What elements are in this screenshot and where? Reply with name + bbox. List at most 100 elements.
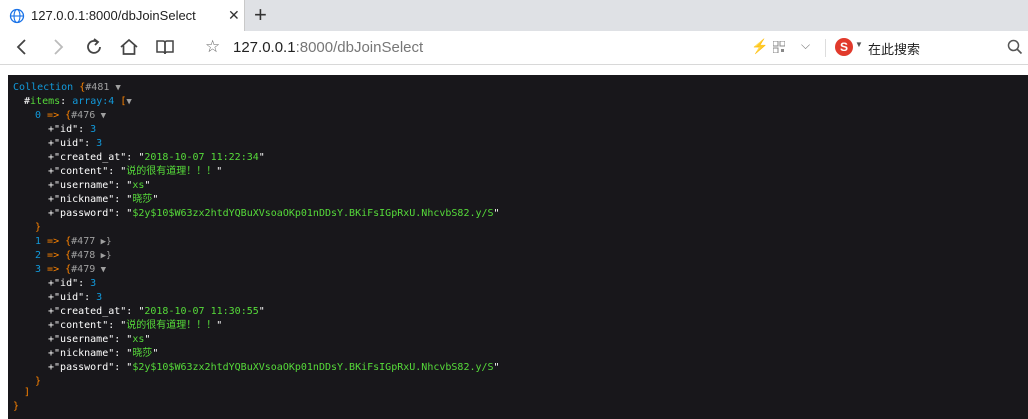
dump-quote: ": [216, 320, 223, 331]
dump-modifier: +": [48, 124, 61, 135]
home-icon[interactable]: [118, 36, 140, 58]
dump-quote: ": [258, 306, 265, 317]
toggle-collapse-icon[interactable]: ▼: [95, 111, 106, 121]
dump-row-header: 2 => {#478 ▶}: [35, 249, 112, 263]
dump-quote: ": [152, 348, 159, 359]
address-bar[interactable]: 127.0.0.1:8000/dbJoinSelect: [233, 39, 423, 56]
toggle-expand-icon[interactable]: ▶}: [95, 251, 112, 261]
dump-row-header: 3 => {#479 ▼: [35, 263, 106, 277]
dump-field-key: nickname: [60, 348, 109, 359]
tab-active[interactable]: 127.0.0.1:8000/dbJoinSelect ✕: [0, 0, 245, 31]
dump-field-key: content: [60, 166, 103, 177]
dump-field-value: 晓莎: [132, 194, 153, 205]
dump-field-value: 3: [90, 124, 97, 135]
dump-quote: ": [493, 362, 500, 373]
dump-colon: ":: [108, 334, 127, 345]
dump-field: +"nickname": "晓莎": [48, 347, 158, 361]
dump-quote: ": [216, 166, 223, 177]
dump-field-value: 3: [90, 278, 97, 289]
dump-field: +"password": "$2y$10$W63zx2htdYQBuXVsoaO…: [48, 361, 500, 375]
toggle-collapse-icon[interactable]: ▼: [95, 265, 106, 275]
dump-colon: ":: [108, 348, 127, 359]
search-engine-logo-icon[interactable]: S: [835, 38, 853, 56]
dump-field: +"id": 3: [48, 277, 96, 291]
dump-field-key: id: [60, 124, 73, 135]
dump-object-id: #477: [71, 236, 96, 247]
dump-field-key: created_at: [60, 152, 121, 163]
new-tab-button[interactable]: +: [254, 1, 267, 29]
dump-field-value: $2y$10$W63zx2htdYQBuXVsoaOKp01nDDsY.BKiF…: [132, 208, 494, 219]
dump-modifier: +": [48, 306, 61, 317]
reading-mode-icon[interactable]: [154, 36, 176, 58]
search-input[interactable]: 在此搜索: [868, 39, 920, 58]
dump-field-value: 说的很有道理！！！: [126, 320, 217, 331]
dump-modifier: +": [48, 292, 61, 303]
dump-field-key: uid: [60, 138, 79, 149]
dump-field: +"username": "xs": [48, 179, 150, 193]
dump-quote: ": [258, 152, 265, 163]
dump-field-value: 2018-10-07 11:30:55: [144, 306, 259, 317]
dump-field: +"uid": 3: [48, 291, 102, 305]
toggle-collapse-icon[interactable]: ▼: [126, 97, 131, 107]
dump-arrow: =>: [41, 250, 66, 261]
dump-field-value: 3: [96, 292, 103, 303]
toggle-collapse-icon[interactable]: ▼: [115, 83, 120, 93]
dump-arrow: =>: [41, 110, 66, 121]
dump-row-header: 1 => {#477 ▶}: [35, 235, 112, 249]
dump-field-value: 2018-10-07 11:22:34: [144, 152, 259, 163]
dump-field-key: nickname: [60, 194, 109, 205]
dump-modifier: +": [48, 194, 61, 205]
dump-object-id: #479: [71, 264, 96, 275]
dump-modifier: +": [48, 362, 61, 373]
dump-field-key: created_at: [60, 306, 121, 317]
dump-colon: ":: [78, 292, 97, 303]
dump-close-bracket: ]: [24, 387, 31, 398]
reload-icon[interactable]: [83, 36, 105, 58]
dump-object-close: }: [35, 222, 42, 233]
dump-colon: ":: [102, 166, 121, 177]
search-engine-dropdown-icon[interactable]: ▼: [855, 40, 863, 49]
dump-field-value: 说的很有道理！！！: [126, 166, 217, 177]
dump-field: +"uid": 3: [48, 137, 102, 151]
dump-field-value: xs: [132, 334, 145, 345]
dump-modifier: +": [48, 138, 61, 149]
url-host: 127.0.0.1: [233, 39, 296, 56]
dump-modifier: +": [48, 208, 61, 219]
favorite-star-icon[interactable]: ☆: [205, 37, 220, 57]
dump-field-key: content: [60, 320, 103, 331]
dump-arrow: =>: [41, 264, 66, 275]
dump-arrow: =>: [41, 236, 66, 247]
dump-field-value: $2y$10$W63zx2htdYQBuXVsoaOKp01nDDsY.BKiF…: [132, 362, 494, 373]
page-content: Collection {#481 ▼ #items: array:4 [▼ 0 …: [0, 65, 1028, 419]
qr-code-icon[interactable]: [773, 41, 785, 53]
dump-class: Collection: [13, 82, 74, 93]
tab-title: 127.0.0.1:8000/dbJoinSelect: [31, 8, 196, 23]
dump-colon: ":: [120, 152, 139, 163]
dump-modifier: +": [48, 152, 61, 163]
globe-icon: [9, 8, 25, 24]
dump-close-brace: }: [13, 401, 20, 412]
dump-modifier: +": [48, 166, 61, 177]
dump-object-id: #481: [85, 82, 110, 93]
toggle-expand-icon[interactable]: ▶}: [95, 237, 112, 247]
close-tab-icon[interactable]: ✕: [228, 7, 240, 24]
dump-quote: ": [152, 194, 159, 205]
dump-colon: ":: [120, 306, 139, 317]
dump-items-line: #items: array:4 [▼: [24, 95, 132, 109]
forward-icon[interactable]: [47, 36, 69, 58]
dump-type: array:4: [72, 96, 115, 107]
back-icon[interactable]: [11, 36, 33, 58]
toolbar: ☆ 127.0.0.1:8000/dbJoinSelect ⚡ ⌵ S ▼ 在此…: [0, 31, 1028, 65]
lightning-icon[interactable]: ⚡: [751, 38, 768, 55]
dump-field-value: xs: [132, 180, 145, 191]
dump-colon: ":: [72, 124, 91, 135]
dump-object-id: #476: [71, 110, 96, 121]
dump-colon: ":: [108, 362, 127, 373]
chevron-down-icon[interactable]: ⌵: [801, 38, 810, 53]
search-icon[interactable]: [1006, 38, 1024, 56]
var-dump-panel: Collection {#481 ▼ #items: array:4 [▼ 0 …: [8, 75, 1028, 419]
dump-field: +"username": "xs": [48, 333, 150, 347]
dump-modifier: +": [48, 334, 61, 345]
dump-object-close: }: [35, 376, 42, 387]
dump-field: +"created_at": "2018-10-07 11:22:34": [48, 151, 265, 165]
